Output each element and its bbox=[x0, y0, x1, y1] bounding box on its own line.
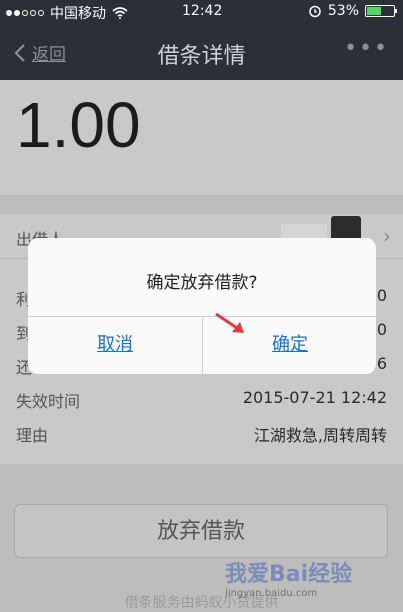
wifi-icon bbox=[112, 7, 128, 19]
battery-icon bbox=[365, 5, 397, 17]
watermark-logo: 我爱Bai经验 jingyan.baidu.com bbox=[225, 556, 365, 612]
expiry-row: 失效时间 2015-07-21 12:42 bbox=[0, 380, 403, 414]
give-up-loan-button[interactable]: 放弃借款 bbox=[14, 504, 388, 558]
battery-percent: 53% bbox=[327, 3, 359, 19]
dialog-message: 确定放弃借款? bbox=[146, 273, 258, 293]
expiry-label: 失效时间 bbox=[16, 392, 81, 411]
chevron-right-icon: › bbox=[383, 224, 391, 248]
reason-value: 江湖救急,周转周转 bbox=[253, 426, 387, 445]
more-options-icon[interactable]: ••• bbox=[344, 36, 389, 61]
reason-label: 理由 bbox=[16, 426, 49, 445]
alarm-icon bbox=[309, 5, 321, 18]
reason-row: 理由 江湖救急,周转周转 bbox=[0, 414, 403, 448]
watermark-url: jingyan.baidu.com bbox=[225, 588, 318, 599]
detail-value: 0 bbox=[376, 286, 387, 305]
amount-card: 1.00 bbox=[0, 80, 403, 195]
page-title: 借条详情 bbox=[157, 44, 246, 69]
signal-strength-icon bbox=[6, 10, 44, 16]
loan-amount: 1.00 bbox=[16, 89, 141, 161]
detail-value: 6 bbox=[376, 354, 387, 373]
watermark-text: 我爱Bai经验 bbox=[225, 562, 353, 587]
detail-value: 0 bbox=[376, 320, 387, 339]
confirm-dialog: 确定放弃借款? 取消 确定 bbox=[28, 238, 376, 374]
cancel-button[interactable]: 取消 bbox=[28, 316, 202, 374]
expiry-value: 2015-07-21 12:42 bbox=[242, 388, 387, 407]
clock: 12:42 bbox=[182, 3, 223, 19]
pointer-arrow-icon bbox=[215, 312, 244, 333]
navigation-bar: 返回 借条详情 ••• bbox=[0, 24, 403, 80]
carrier-label: 中国移动 bbox=[50, 6, 106, 22]
status-bar: 中国移动 12:42 53% bbox=[0, 0, 403, 24]
